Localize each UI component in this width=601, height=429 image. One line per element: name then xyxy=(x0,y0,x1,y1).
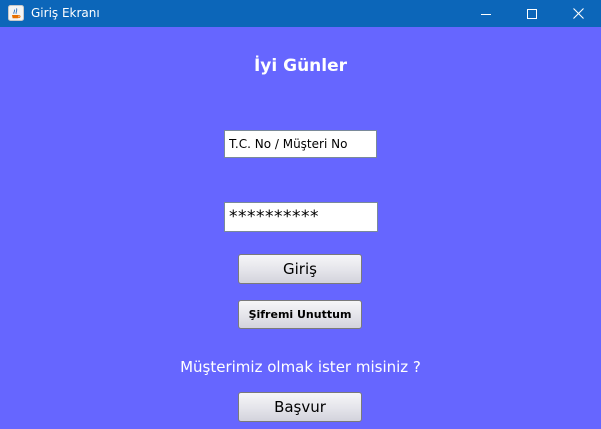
forgot-password-button[interactable]: Şifremi Unuttum xyxy=(238,300,362,329)
apply-button[interactable]: Başvur xyxy=(238,392,362,422)
close-button[interactable] xyxy=(555,0,601,27)
maximize-button[interactable] xyxy=(509,0,555,27)
login-button[interactable]: Giriş xyxy=(238,254,362,284)
java-cup-icon xyxy=(8,5,24,21)
customer-id-input[interactable] xyxy=(224,130,377,158)
login-window: Giriş Ekranı İyi Günler Giriş Şifremi Un… xyxy=(0,0,601,429)
password-input[interactable] xyxy=(224,202,378,232)
window-title: Giriş Ekranı xyxy=(31,6,100,20)
close-icon xyxy=(572,8,584,19)
become-customer-question: Müşterimiz olmak ister misiniz ? xyxy=(180,358,421,376)
title-bar[interactable]: Giriş Ekranı xyxy=(0,0,601,27)
maximize-icon xyxy=(527,8,537,19)
greeting-heading: İyi Günler xyxy=(253,56,348,76)
minimize-icon xyxy=(481,13,491,15)
minimize-button[interactable] xyxy=(463,0,509,27)
